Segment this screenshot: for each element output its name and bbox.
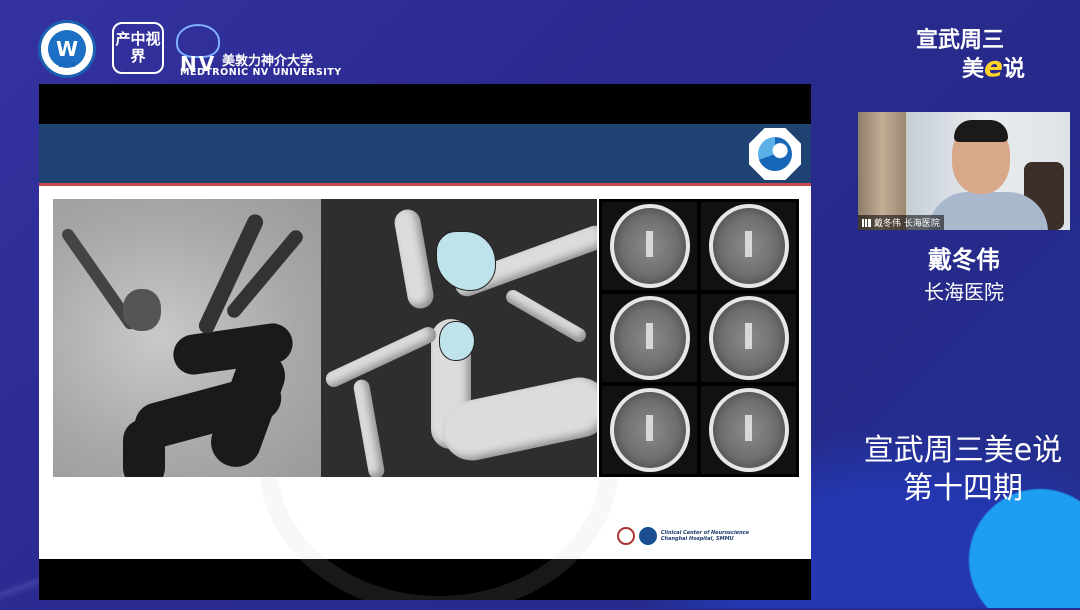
3d-reconstruction-image bbox=[321, 199, 597, 477]
speaker-organization: 长海医院 bbox=[924, 280, 1004, 304]
ct-scan bbox=[602, 294, 697, 382]
series-title-line1: 宣武周三美e说 bbox=[863, 433, 1063, 468]
university-logo-year: 1958 bbox=[58, 61, 76, 69]
ct-scan bbox=[602, 386, 697, 474]
series-title: 宣武周三美e说 第十四期 bbox=[850, 432, 1076, 508]
hospital-seal-icon bbox=[616, 527, 635, 545]
slide-header-divider bbox=[39, 183, 811, 186]
series-episode: 第十四期 bbox=[903, 471, 1023, 506]
webcam-name-tag: 戴冬伟 长海医院 bbox=[858, 215, 944, 230]
brand-line2-suffix: 说 bbox=[1003, 57, 1026, 82]
vision-logo: 产中视界 bbox=[112, 22, 164, 74]
nv-logo-english: MEDTRONIC NV UNIVERSITY bbox=[180, 67, 342, 78]
signal-strength-icon bbox=[862, 218, 871, 227]
center-seal-icon bbox=[638, 527, 657, 545]
webcam-name-tag-text: 戴冬伟 长海医院 bbox=[874, 219, 940, 229]
presentation-slide: Clinical Center of Neuroscience Changhai… bbox=[39, 124, 811, 600]
aneurysm-marker-lower bbox=[439, 321, 475, 361]
ct-scan bbox=[602, 202, 697, 290]
ct-scan bbox=[701, 202, 796, 290]
brand-line2: 美e说 bbox=[916, 53, 1056, 83]
slide-footer-logos: Clinical Center of Neuroscience Changhai… bbox=[616, 527, 749, 545]
angiogram-image bbox=[53, 199, 321, 477]
ct-scan bbox=[701, 386, 796, 474]
speaker-name: 戴冬伟 bbox=[928, 246, 1000, 274]
slide-footer-line2: Changhai Hospital, SMMU bbox=[660, 536, 734, 542]
aneurysm-marker-upper bbox=[436, 231, 496, 291]
ct-scan bbox=[701, 294, 796, 382]
ct-scan-grid bbox=[599, 199, 799, 477]
brand-line2-prefix: 美 bbox=[962, 57, 985, 82]
speaker-webcam-video: 戴冬伟 长海医院 bbox=[858, 112, 1070, 230]
slide-header-bar bbox=[39, 124, 811, 186]
brand-e-letter: e bbox=[984, 50, 1004, 83]
program-brand-logo: 宣武周三 美e说 bbox=[916, 28, 1056, 83]
slide-footer-text: Clinical Center of Neuroscience Changhai… bbox=[661, 530, 749, 542]
medtronic-nv-university-logo: NV 美敦力神介大学 MEDTRONIC NV UNIVERSITY bbox=[176, 24, 346, 80]
university-logo: W 1958 bbox=[38, 20, 96, 78]
hospital-logo-icon bbox=[749, 128, 801, 180]
shared-slide-viewport: Clinical Center of Neuroscience Changhai… bbox=[39, 84, 811, 600]
